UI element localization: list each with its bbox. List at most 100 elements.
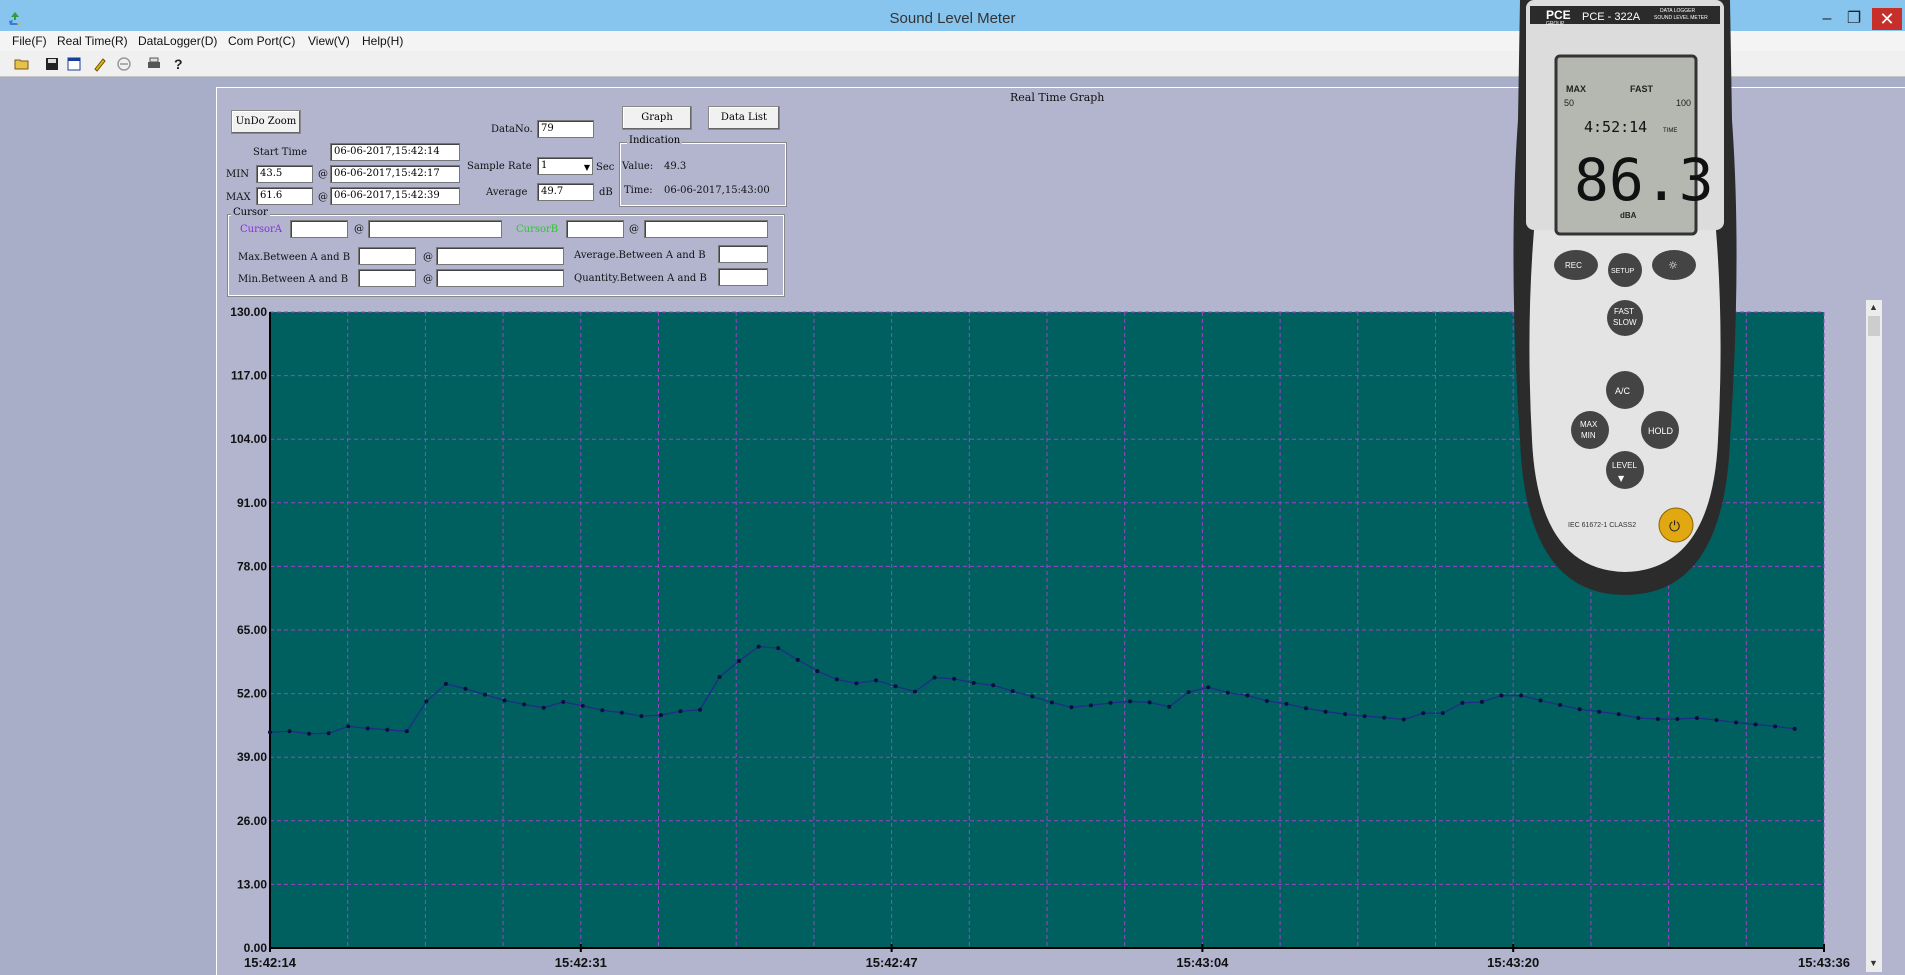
- data-point: [1792, 726, 1797, 731]
- min-label-btn: MIN: [1581, 431, 1596, 440]
- close-button[interactable]: ✕: [1872, 8, 1902, 30]
- data-point: [1382, 715, 1387, 720]
- max-between-at: @: [423, 252, 433, 263]
- max-between-time-field[interactable]: [436, 247, 564, 265]
- menu-view[interactable]: View(V): [308, 34, 350, 48]
- value-label: Value:: [622, 161, 654, 172]
- average-field[interactable]: 49.7: [537, 183, 594, 201]
- print-icon[interactable]: [146, 56, 162, 72]
- data-point: [639, 714, 644, 719]
- data-point: [756, 644, 761, 649]
- cursor-a-field[interactable]: [290, 220, 348, 238]
- max-between-field[interactable]: [358, 247, 416, 265]
- data-point: [1714, 718, 1719, 723]
- scroll-thumb[interactable]: [1868, 316, 1880, 336]
- data-point: [815, 669, 820, 674]
- data-point: [1694, 716, 1699, 721]
- y-tick-label: 26.00: [237, 814, 267, 828]
- y-tick-label: 65.00: [237, 623, 267, 637]
- datano-field[interactable]: 79: [537, 120, 594, 138]
- data-point: [1421, 711, 1426, 716]
- data-point: [1030, 694, 1035, 699]
- slow-label: SLOW: [1613, 318, 1637, 327]
- average-unit: dB: [599, 187, 613, 198]
- device-sub-brand: GROUP: [1546, 21, 1565, 27]
- sample-rate-unit: Sec: [596, 162, 615, 173]
- qty-between-field[interactable]: [718, 268, 768, 286]
- data-point: [795, 657, 800, 662]
- data-point: [600, 708, 605, 713]
- menu-datalogger[interactable]: DataLogger(D): [138, 34, 217, 48]
- min-between-at: @: [423, 274, 433, 285]
- help-icon[interactable]: ?: [170, 56, 186, 72]
- avg-between-field[interactable]: [718, 245, 768, 263]
- dropdown-arrow-icon: ▼: [583, 163, 590, 172]
- data-point: [1186, 690, 1191, 695]
- max-time-field[interactable]: 06-06-2017,15:42:39: [330, 187, 460, 205]
- scroll-up-icon[interactable]: ▲: [1869, 302, 1878, 312]
- min-value-field[interactable]: 43.5: [256, 165, 313, 183]
- x-tick-label: 15:42:31: [555, 955, 607, 970]
- data-list-button[interactable]: Data List: [708, 106, 780, 130]
- device-tagline-2: SOUND LEVEL METER: [1654, 15, 1708, 21]
- data-point: [541, 705, 546, 710]
- y-tick-label: 130.00: [230, 305, 267, 319]
- y-tick-label: 39.00: [237, 750, 267, 764]
- menu-real-time[interactable]: Real Time(R): [57, 34, 128, 48]
- data-point: [1264, 698, 1269, 703]
- menu-file[interactable]: File(F): [12, 34, 47, 48]
- device-tagline-1: DATA LOGGER: [1660, 8, 1695, 14]
- restore-button[interactable]: ❐: [1842, 8, 1866, 30]
- pen-icon[interactable]: [92, 56, 108, 72]
- minimize-button[interactable]: –: [1815, 8, 1839, 30]
- min-between-time-field[interactable]: [436, 269, 564, 287]
- undo-zoom-button[interactable]: UnDo Zoom: [231, 110, 301, 134]
- cursor-b-field[interactable]: [566, 220, 624, 238]
- graph-button[interactable]: Graph: [622, 106, 692, 130]
- scroll-down-icon[interactable]: ▼: [1869, 958, 1878, 968]
- qty-between-label: Quantity.Between A and B: [574, 273, 707, 284]
- calendar-icon[interactable]: [66, 56, 82, 72]
- iec-label: IEC 61672-1 CLASS2: [1568, 522, 1636, 529]
- sound-level-meter-device: PCE GROUP PCE - 322A DATA LOGGER SOUND L…: [1513, 0, 1737, 595]
- max-label: MAX: [226, 192, 251, 203]
- data-point: [991, 683, 996, 688]
- data-point: [1636, 716, 1641, 721]
- min-between-field[interactable]: [358, 269, 416, 287]
- y-tick-label: 104.00: [230, 432, 267, 446]
- sample-rate-label: Sample Rate: [467, 161, 532, 172]
- data-point: [952, 676, 957, 681]
- rec-label: REC: [1565, 261, 1582, 270]
- cursor-a-time-field[interactable]: [368, 220, 502, 238]
- menu-com-port[interactable]: Com Port(C): [228, 34, 295, 48]
- lcd-value: 86.3: [1574, 146, 1714, 214]
- max-label-btn: MAX: [1580, 420, 1598, 429]
- cursor-title: Cursor: [231, 207, 270, 218]
- max-between-label: Max.Between A and B: [238, 252, 351, 263]
- data-point: [483, 692, 488, 697]
- start-time-field[interactable]: 06-06-2017,15:42:14: [330, 143, 460, 161]
- data-point: [1597, 709, 1602, 714]
- lcd-max: MAX: [1566, 84, 1586, 94]
- stop-icon[interactable]: [116, 56, 132, 72]
- min-time-field[interactable]: 06-06-2017,15:42:17: [330, 165, 460, 183]
- data-point: [971, 680, 976, 685]
- level-button: [1606, 451, 1644, 489]
- data-point: [365, 726, 370, 731]
- y-tick-label: 91.00: [237, 496, 267, 510]
- data-point: [1167, 704, 1172, 709]
- avg-between-label: Average.Between A and B: [574, 250, 706, 261]
- vertical-scrollbar[interactable]: ▲ ▼: [1866, 300, 1882, 972]
- sample-rate-select[interactable]: 1 ▼: [537, 157, 593, 175]
- save-icon[interactable]: [44, 56, 60, 72]
- cursor-b-time-field[interactable]: [644, 220, 768, 238]
- max-value-field[interactable]: 61.6: [256, 187, 313, 205]
- menu-help[interactable]: Help(H): [362, 34, 403, 48]
- indication-title: Indication: [627, 135, 683, 146]
- y-tick-label: 117.00: [231, 369, 267, 383]
- data-point: [1128, 699, 1133, 704]
- open-icon[interactable]: [14, 56, 30, 72]
- data-point: [561, 699, 566, 704]
- data-point: [893, 684, 898, 689]
- data-point: [737, 658, 742, 663]
